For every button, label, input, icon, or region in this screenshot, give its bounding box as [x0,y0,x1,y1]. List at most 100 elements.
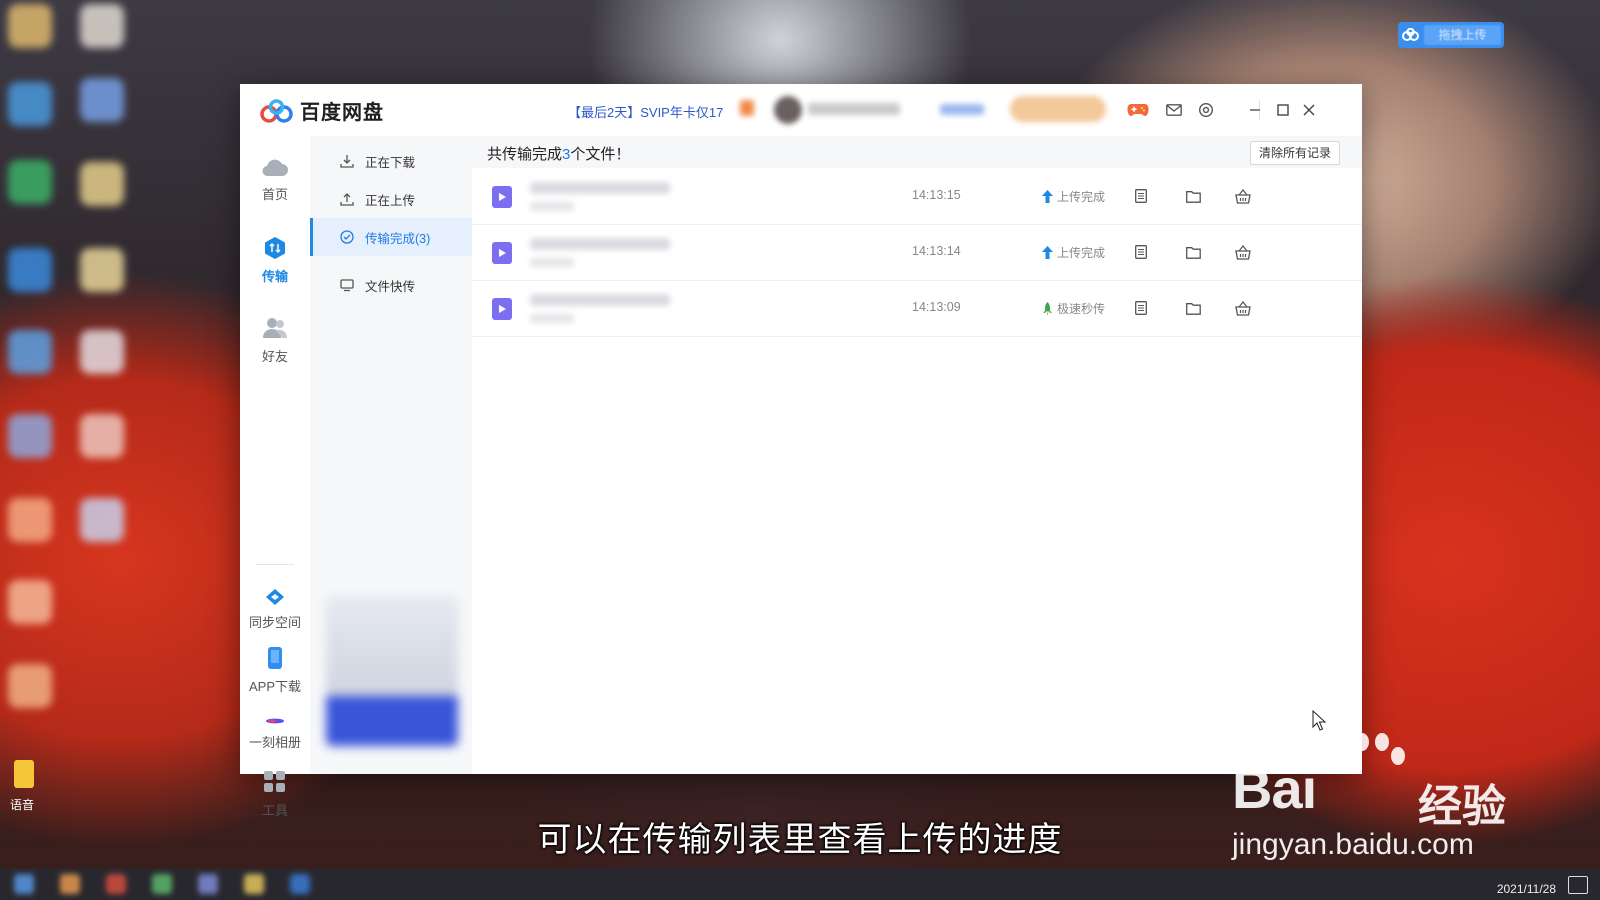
desktop-icon[interactable] [80,414,124,458]
open-folder-icon[interactable] [1182,297,1204,319]
video-file-icon [492,242,512,264]
transfer-status: 上传完成 [1042,188,1105,205]
album-icon [266,718,284,724]
delete-basket-icon[interactable] [1232,297,1254,319]
nav-item-sync[interactable]: 同步空间 [240,588,310,631]
sticky-note-icon[interactable] [14,760,34,788]
table-row[interactable]: 14:13:15 上传完成 [472,168,1362,225]
friends-icon [263,318,287,338]
file-detail-icon[interactable] [1130,185,1152,207]
table-row[interactable]: 14:13:09 极速秒传 [472,280,1362,337]
file-name-blurred [530,182,670,194]
desktop-icon[interactable] [8,160,52,204]
desktop-icon[interactable] [80,4,124,48]
taskbar-app-icon[interactable] [244,874,264,894]
summary-suffix: 个文件！ [570,146,631,163]
nav-item-transfer[interactable]: 传输 [240,236,310,285]
avatar[interactable] [774,96,802,124]
desktop-icon[interactable] [8,580,52,624]
desktop-icon[interactable] [80,248,124,292]
subnav-label: 正在下载 [365,155,416,170]
drag-upload-label: 拖拽上传 [1424,25,1501,45]
status-label: 极速秒传 [1057,302,1106,316]
clear-all-records-button[interactable]: 清除所有记录 [1249,141,1340,165]
taskbar-app-icon[interactable] [60,874,80,894]
desktop-icon[interactable] [80,162,124,206]
open-folder-icon[interactable] [1182,185,1204,207]
mail-icon[interactable] [1163,99,1185,121]
file-detail-icon[interactable] [1130,297,1152,319]
arrow-up-icon [1042,246,1053,259]
close-icon[interactable] [1298,99,1320,121]
member-link[interactable] [940,104,984,115]
ad-banner[interactable] [326,596,458,746]
minimize-icon[interactable] [1244,99,1266,121]
desktop-icon[interactable] [8,330,52,374]
tools-icon [264,771,285,792]
desktop-icon[interactable] [8,414,52,458]
status-label: 上传完成 [1057,190,1106,204]
transfer-subnav: 正在下载 正在上传 传输完成(3) 文件快传 [310,136,472,774]
file-detail-icon[interactable] [1130,241,1152,263]
subnav-item-quick-transfer[interactable]: 文件快传 [310,266,472,304]
ad-banner-button [326,696,458,746]
desktop-icon[interactable] [80,78,124,122]
username[interactable] [808,103,900,115]
taskbar-app-icon[interactable] [106,874,126,894]
desktop-icon[interactable] [80,498,124,542]
taskbar-app-icon[interactable] [152,874,172,894]
nav-label: 一刻相册 [248,735,301,750]
nav-item-home[interactable]: 首页 [240,156,310,203]
nav-item-friends[interactable]: 好友 [240,316,310,365]
title-bar: 百度网盘 【最后2天】SVIP年卡仅17 [240,84,1362,136]
open-vip-button[interactable] [1010,96,1106,122]
subnav-label: 传输完成(3) [365,231,431,246]
video-file-icon [492,186,512,208]
subnav-item-uploading[interactable]: 正在上传 [310,180,472,218]
panel-header: 共传输完成3个文件！ 清除所有记录 [472,136,1362,168]
taskbar-date[interactable]: 2021/11/28 [1497,882,1556,896]
desktop-icon[interactable] [8,82,52,126]
table-row[interactable]: 14:13:14 上传完成 [472,224,1362,281]
notification-icon[interactable] [1568,876,1588,894]
promo-badge[interactable] [740,100,754,116]
settings-icon[interactable] [1195,99,1217,121]
transfer-status: 极速秒传 [1042,300,1105,317]
taskbar-app-icon[interactable] [290,874,310,894]
taskbar: 2021/11/28 [0,868,1600,900]
rocket-icon [1043,301,1052,316]
sync-icon [266,589,284,605]
cloud-icon [262,159,288,177]
game-icon[interactable] [1127,99,1149,121]
subnav-item-downloading[interactable]: 正在下载 [310,142,472,180]
desktop-icon-label: 语音 [10,798,35,812]
subnav-item-completed[interactable]: 传输完成(3) [310,218,472,256]
nav-item-app-download[interactable]: APP下载 [240,646,310,695]
arrow-up-icon [1042,190,1053,203]
desktop-icon[interactable] [8,498,52,542]
desktop-icon[interactable] [8,664,52,708]
nav-item-album[interactable]: 一刻相册 [240,716,310,751]
promo-link[interactable]: 【最后2天】SVIP年卡仅17 [568,102,723,121]
nav-label: 首页 [261,187,288,202]
status-label: 上传完成 [1057,246,1106,260]
phone-icon [268,647,282,669]
desktop-icon[interactable] [8,248,52,292]
file-size-blurred [530,314,574,323]
nav-label: APP下载 [248,679,301,694]
left-nav: 首页 传输 好友 同步空间 APP下载 一刻相册 工具 [240,136,311,818]
drag-upload-widget[interactable]: 拖拽上传 [1398,22,1504,48]
delete-basket-icon[interactable] [1232,241,1254,263]
baidu-netdisk-window: 百度网盘 【最后2天】SVIP年卡仅17 首页 传输 好友 同步空间 APP下载… [240,84,1362,818]
delete-basket-icon[interactable] [1232,185,1254,207]
open-folder-icon[interactable] [1182,241,1204,263]
baidu-cloud-icon [1398,22,1424,48]
taskbar-app-icon[interactable] [14,874,34,894]
monitor-icon [339,277,355,293]
subnav-label: 文件快传 [365,279,416,294]
desktop-icon[interactable] [80,330,124,374]
desktop-icon[interactable] [8,4,52,48]
taskbar-app-icon[interactable] [198,874,218,894]
maximize-icon[interactable] [1272,99,1294,121]
baidu-paw-watermark-icon [1336,733,1405,766]
